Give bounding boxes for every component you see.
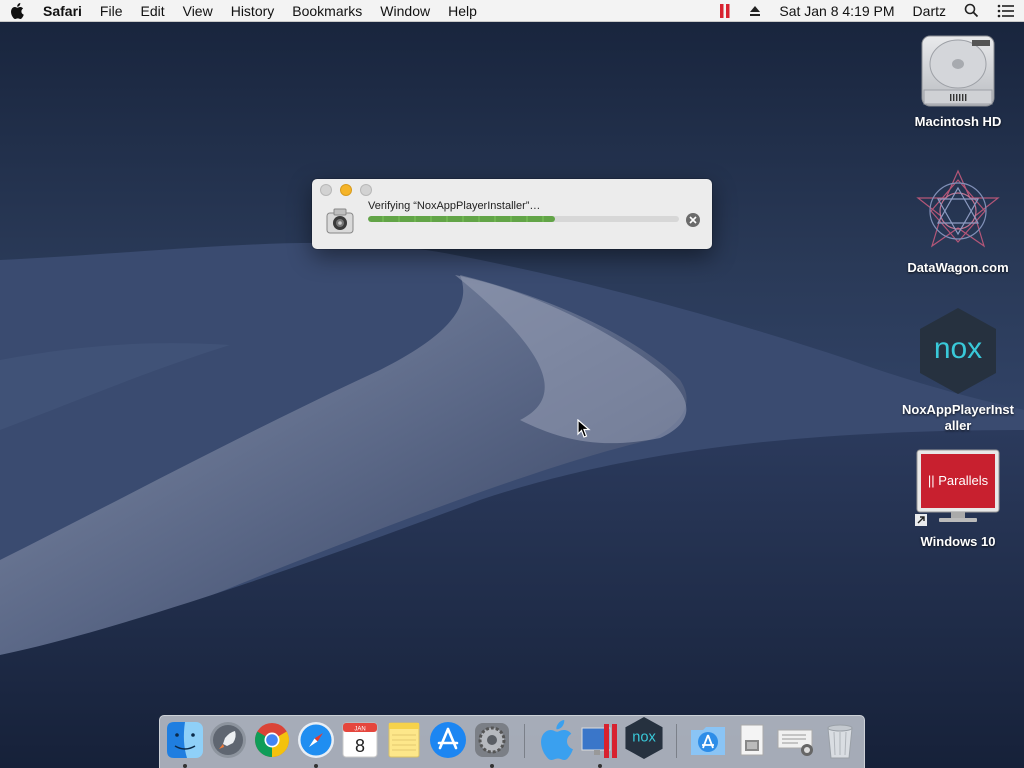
window-controls xyxy=(320,184,372,196)
calendar-month: JAN xyxy=(354,727,365,733)
dock-notes[interactable] xyxy=(384,720,424,760)
datawagon-icon xyxy=(916,169,1000,248)
menu-bar: Safari File Edit View History Bookmarks … xyxy=(0,0,1024,22)
nox-logo-text: nox xyxy=(934,332,982,365)
desktop-icon-datawagon[interactable]: DataWagon.com xyxy=(898,168,1018,276)
dock-finder[interactable] xyxy=(165,720,205,768)
dock-downloads[interactable] xyxy=(776,720,816,760)
downloads-stack-icon xyxy=(777,729,813,756)
nox-logo-text: nox xyxy=(632,729,656,745)
dock-applications-folder[interactable] xyxy=(688,720,728,760)
dock-documents[interactable] xyxy=(732,720,772,760)
dock-app-store[interactable] xyxy=(428,720,468,760)
eject-icon[interactable] xyxy=(740,5,770,17)
verification-progress-bar xyxy=(368,216,679,222)
running-indicator xyxy=(490,764,494,768)
desktop-icon-label: NoxAppPlayerInstaller xyxy=(902,402,1014,433)
trash-icon xyxy=(827,724,853,759)
menu-help[interactable]: Help xyxy=(439,0,486,22)
apple-menu-icon[interactable] xyxy=(0,0,34,22)
desktop-icon-label: DataWagon.com xyxy=(907,260,1009,275)
nox-icon: nox xyxy=(920,308,996,394)
dock-nox-player[interactable]: nox xyxy=(624,716,664,760)
applications-folder-icon xyxy=(691,727,725,755)
desktop-wallpaper xyxy=(0,0,1024,768)
menu-clock[interactable]: Sat Jan 8 4:19 PM xyxy=(770,0,903,22)
calendar-day: 8 xyxy=(355,736,365,756)
menu-bookmarks[interactable]: Bookmarks xyxy=(283,0,371,22)
dock-separator xyxy=(676,724,677,758)
nox-icon: nox xyxy=(625,717,663,759)
menu-edit[interactable]: Edit xyxy=(131,0,173,22)
document-stack-icon xyxy=(740,724,764,756)
safari-compass-icon xyxy=(298,722,334,758)
notification-center-icon[interactable] xyxy=(988,4,1024,18)
desktop-icon-label: Windows 10 xyxy=(920,534,996,549)
parallels-windows-icon: || Parallels xyxy=(915,449,1000,526)
dock-separator xyxy=(524,724,525,758)
parallels-icon xyxy=(581,724,617,758)
hard-drive-icon xyxy=(921,35,995,107)
minimize-window-button[interactable] xyxy=(340,184,352,196)
parallels-logo-text: || Parallels xyxy=(928,473,989,488)
running-indicator xyxy=(314,764,318,768)
dock-parallels[interactable] xyxy=(580,720,620,768)
desktop-icon-nox-installer[interactable]: nox NoxAppPlayerInstaller xyxy=(898,306,1018,434)
dock-calendar[interactable]: JAN 8 xyxy=(340,720,380,760)
close-window-button[interactable] xyxy=(320,184,332,196)
mouse-pointer-icon xyxy=(577,419,591,438)
verifying-dialog: Verifying “NoxAppPlayerInstaller”… xyxy=(312,179,712,249)
spotlight-search-icon[interactable] xyxy=(955,3,988,18)
dock-macos-installer[interactable] xyxy=(536,720,576,760)
finder-icon xyxy=(167,722,203,758)
desktop-icon-label: Macintosh HD xyxy=(914,114,1002,129)
chrome-icon xyxy=(255,723,289,757)
menu-user-name[interactable]: Dartz xyxy=(904,0,955,22)
app-store-icon xyxy=(430,722,466,758)
launchpad-rocket-icon xyxy=(210,722,246,758)
desktop-icon-windows-10[interactable]: || Parallels Windows 10 xyxy=(898,448,1018,550)
close-icon xyxy=(689,216,697,224)
disk-image-icon xyxy=(326,208,354,234)
menu-window[interactable]: Window xyxy=(371,0,439,22)
apple-logo-icon xyxy=(541,720,573,760)
dock-chrome[interactable] xyxy=(252,720,292,760)
dock-launchpad[interactable] xyxy=(208,720,248,760)
parallels-status-icon[interactable] xyxy=(710,3,740,19)
dock: JAN 8 nox xyxy=(159,715,865,768)
notes-icon xyxy=(388,722,420,758)
zoom-window-button[interactable] xyxy=(360,184,372,196)
gear-icon xyxy=(475,723,509,757)
calendar-icon: JAN 8 xyxy=(342,722,378,758)
dock-trash[interactable] xyxy=(820,720,860,760)
dock-safari[interactable] xyxy=(296,720,336,768)
menu-view[interactable]: View xyxy=(174,0,222,22)
menu-app-name[interactable]: Safari xyxy=(34,0,91,22)
running-indicator xyxy=(183,764,187,768)
cancel-verification-button[interactable] xyxy=(686,213,700,227)
progress-fill xyxy=(368,216,555,222)
dialog-title: Verifying “NoxAppPlayerInstaller”… xyxy=(368,200,541,212)
menu-history[interactable]: History xyxy=(222,0,284,22)
dock-system-preferences[interactable] xyxy=(472,720,512,768)
desktop-icon-macintosh-hd[interactable]: Macintosh HD xyxy=(898,32,1018,130)
running-indicator xyxy=(598,764,602,768)
menu-file[interactable]: File xyxy=(91,0,132,22)
